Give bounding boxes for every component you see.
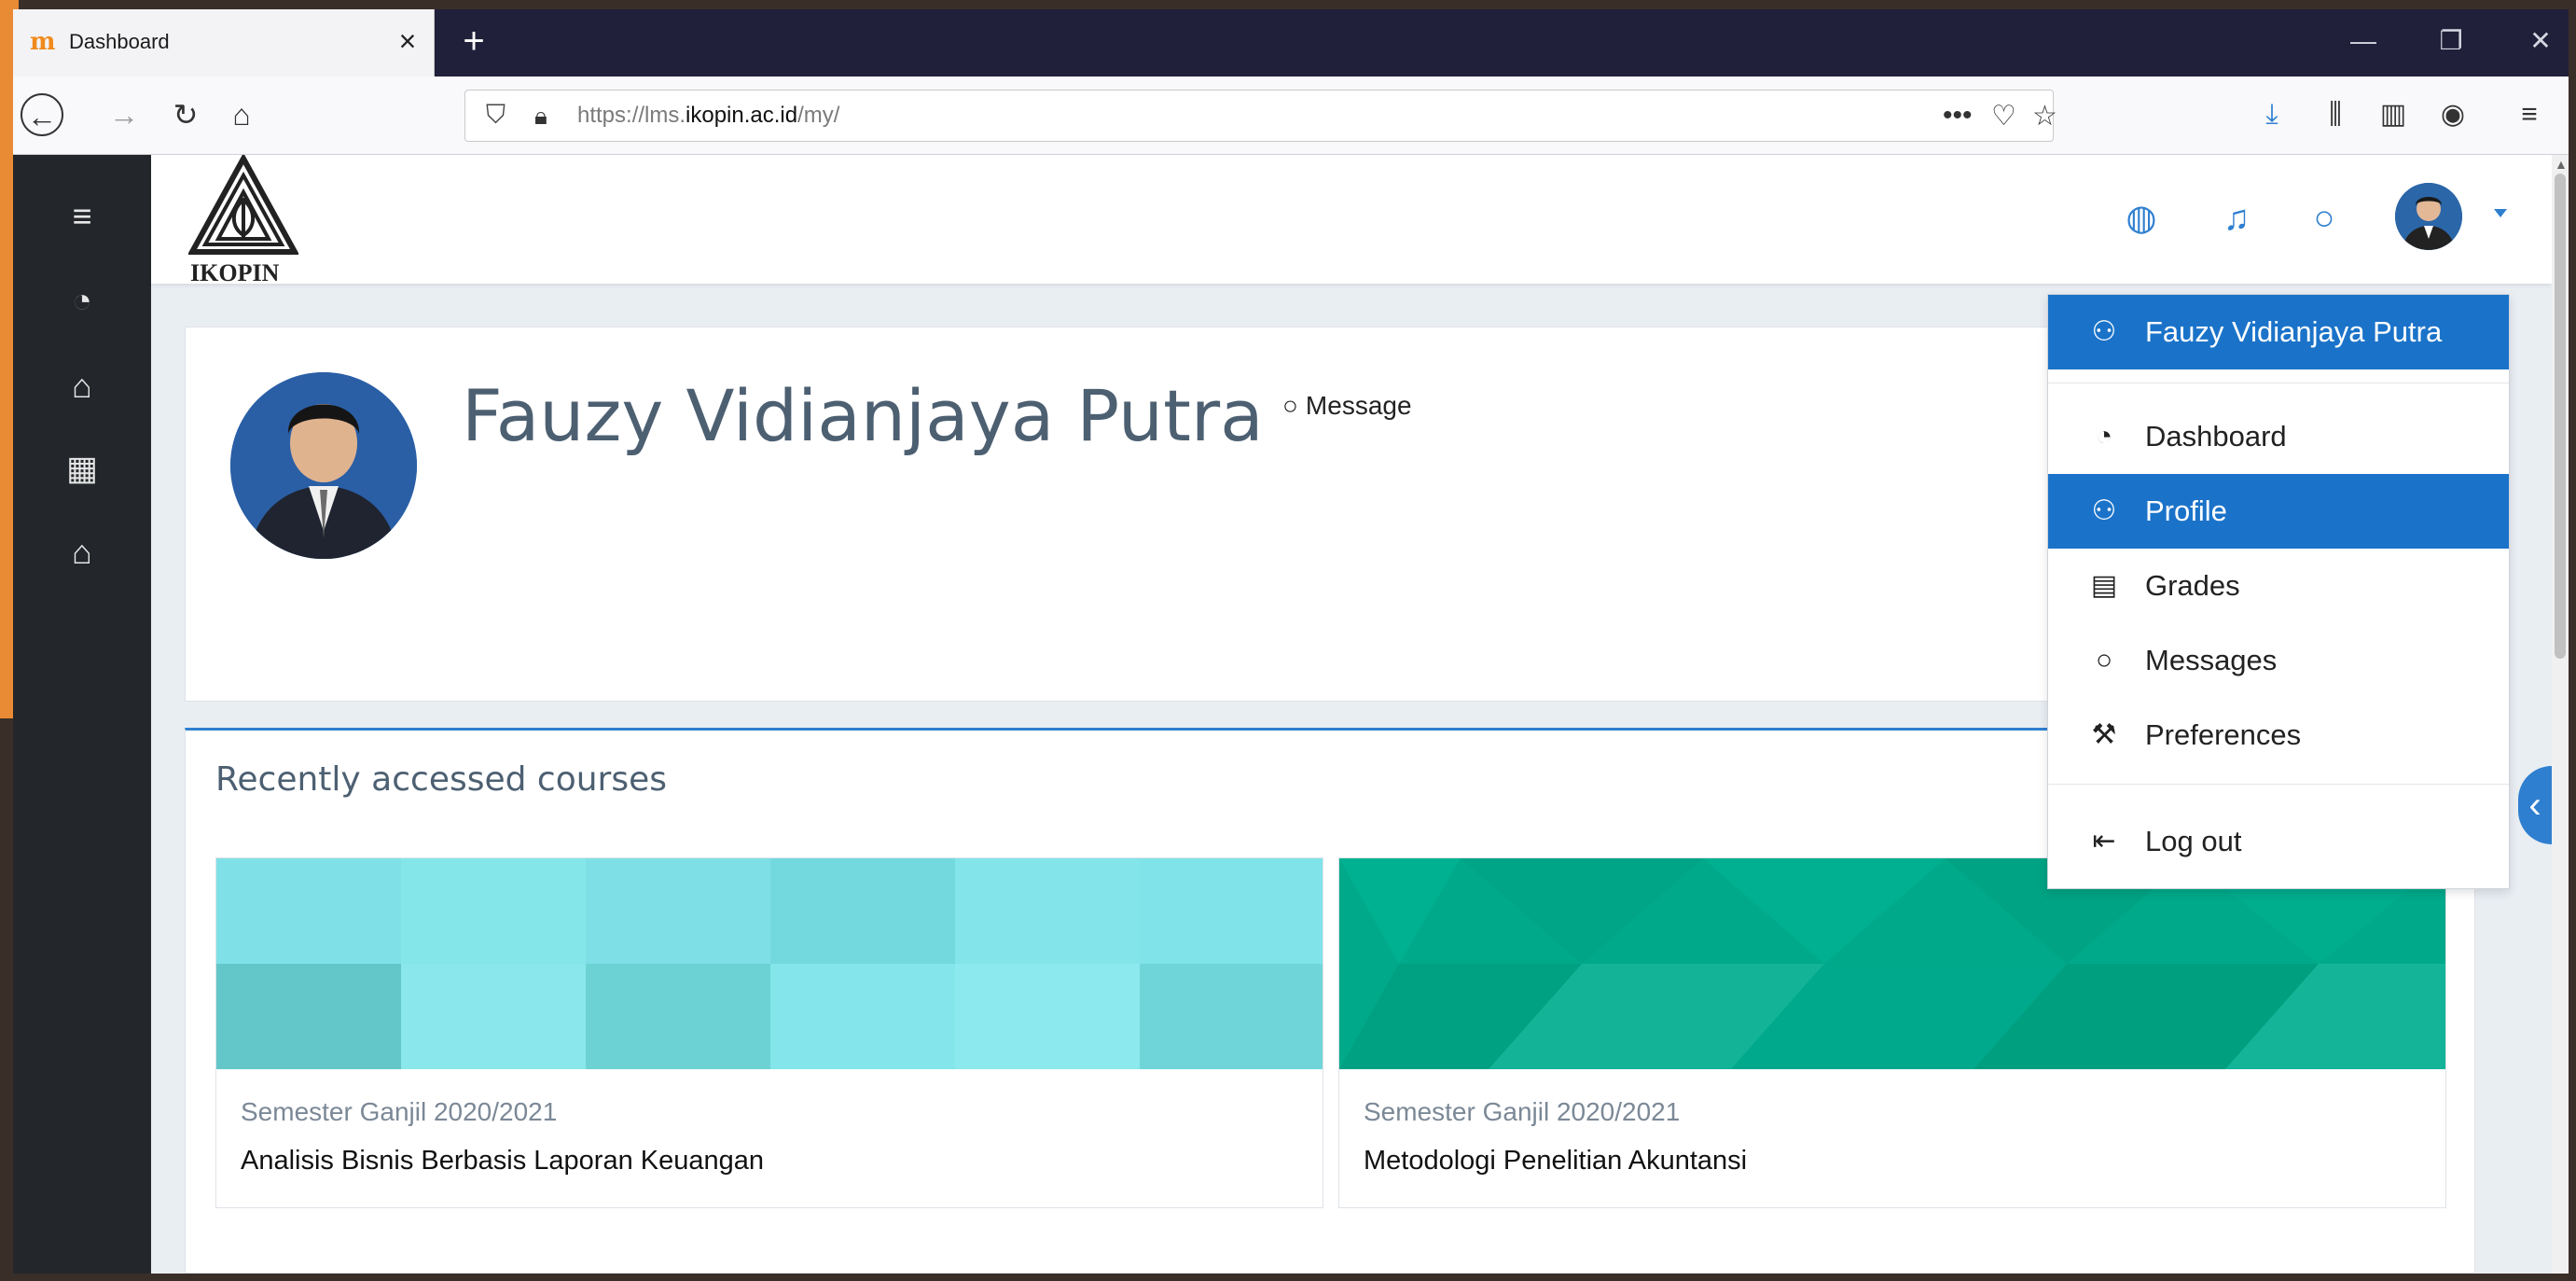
grades-icon: ▤ xyxy=(2090,570,2118,601)
notifications-bell-icon[interactable]: ♫ xyxy=(2210,192,2263,244)
menu-item-messages[interactable]: ○ Messages xyxy=(2048,623,2509,698)
home-icon[interactable]: ⌂ xyxy=(220,93,263,136)
moodle-favicon-icon: m xyxy=(30,28,56,56)
language-globe-icon[interactable]: ◍ xyxy=(2115,192,2167,244)
user-icon: ⚇ xyxy=(2091,495,2117,526)
message-link-label: Message xyxy=(1305,391,1412,420)
graduation-cap-icon[interactable]: ⌂ xyxy=(54,524,110,580)
profile-name: Fauzy Vidianjaya Putra xyxy=(462,374,1264,457)
tab-close-button[interactable]: × xyxy=(391,22,424,60)
user-avatar[interactable] xyxy=(2395,183,2462,250)
url-text: https://lms.ikopin.ac.id/my/ xyxy=(577,103,839,129)
menu-item-label: Log out xyxy=(2145,825,2242,857)
profile-photo xyxy=(230,372,417,559)
sidebar-toggle-icon[interactable]: ▥ xyxy=(2373,93,2414,136)
menu-item-dashboard[interactable]: ◔ Dashboard xyxy=(2048,399,2509,474)
reload-icon[interactable]: ↻ xyxy=(164,93,207,136)
logout-icon: ⇤ xyxy=(2092,826,2116,856)
window-restore-button[interactable]: ❐ xyxy=(2423,19,2479,63)
message-icon: ○ xyxy=(2095,645,2113,675)
window-close-button[interactable]: ✕ xyxy=(2513,19,2569,63)
menu-item-label: Grades xyxy=(2145,569,2240,602)
user-menu-dropdown: ⚇ Fauzy Vidianjaya Putra ◔ Dashboard ⚇ P… xyxy=(2047,294,2510,889)
page-actions-icon[interactable]: ••• xyxy=(1943,100,1973,132)
menu-item-label: Profile xyxy=(2145,494,2227,527)
ikopin-logo[interactable]: IKOPIN xyxy=(187,155,300,286)
new-tab-button[interactable]: + xyxy=(451,19,496,63)
tracking-shield-icon[interactable]: ⛉ xyxy=(486,100,506,131)
recent-courses-title: Recently accessed courses xyxy=(215,760,668,799)
url-domain: ikopin.ac.id xyxy=(686,103,798,128)
bookmark-star-icon[interactable]: ☆ xyxy=(2032,100,2057,132)
scroll-up-icon[interactable]: ▲ xyxy=(2555,157,2568,172)
menu-item-logout[interactable]: ⇤ Log out xyxy=(2048,804,2509,879)
site-header: IKOPIN ◍ ♫ ○ xyxy=(151,155,2552,286)
menu-item-profile[interactable]: ⚇ Profile xyxy=(2048,474,2509,549)
course-category: Semester Ganjil 2020/2021 xyxy=(1364,1097,1681,1126)
downloads-icon[interactable]: ⤓ xyxy=(2251,93,2292,136)
window-minimize-button[interactable]: — xyxy=(2335,19,2391,63)
menu-item-grades[interactable]: ▤ Grades xyxy=(2048,549,2509,623)
block-drawer-toggle[interactable]: ‹ xyxy=(2518,766,2552,844)
course-card[interactable]: Semester Ganjil 2020/2021 Analisis Bisni… xyxy=(215,857,1323,1208)
course-image xyxy=(1339,858,2445,1069)
browser-window: m Dashboard × + — ❐ ✕ ← → ↻ ⌂ ⛉ 🔒︎ https… xyxy=(13,9,2569,1274)
url-path: /my/ xyxy=(797,103,840,128)
menu-item-label: Dashboard xyxy=(2145,420,2287,453)
user-menu-caret-icon[interactable] xyxy=(2494,209,2507,217)
tab-dashboard[interactable]: m Dashboard × xyxy=(13,9,435,77)
message-link[interactable]: ○ Message xyxy=(1282,391,1412,421)
url-prefix: https://lms. xyxy=(577,103,686,128)
course-name[interactable]: Metodologi Penelitian Akuntansi xyxy=(1364,1146,1747,1177)
dashboard-icon: ◔ xyxy=(2095,421,2113,452)
library-icon[interactable]: ⫼ xyxy=(2315,93,2356,136)
user-menu-name: Fauzy Vidianjaya Putra xyxy=(2145,315,2443,348)
navigation-bar: ← → ↻ ⌂ ⛉ 🔒︎ https://lms.ikopin.ac.id/my… xyxy=(13,77,2569,155)
page-scrollbar[interactable]: ▲ xyxy=(2552,155,2569,1274)
pocket-icon[interactable]: ♡ xyxy=(1991,100,2016,132)
logo-text: IKOPIN xyxy=(190,259,280,286)
tab-strip: m Dashboard × + — ❐ ✕ xyxy=(13,9,2569,77)
nav-drawer: ≡ ◔ ⌂ ▦ ⌂ xyxy=(13,155,151,1274)
menu-item-preferences[interactable]: ⚒ Preferences xyxy=(2048,698,2509,773)
account-icon[interactable]: ◉ xyxy=(2432,93,2473,136)
user-icon: ⚇ xyxy=(2091,316,2117,347)
ikopin-logo-icon xyxy=(187,155,300,255)
site-home-icon[interactable]: ⌂ xyxy=(54,358,110,414)
tab-title: Dashboard xyxy=(69,30,170,53)
course-category: Semester Ganjil 2020/2021 xyxy=(241,1097,558,1126)
scrollbar-thumb[interactable] xyxy=(2555,174,2566,659)
message-bubble-icon: ○ xyxy=(1282,391,1298,420)
menu-item-label: Messages xyxy=(2145,644,2278,676)
messages-bubble-icon[interactable]: ○ xyxy=(2298,192,2350,244)
back-arrow-icon[interactable]: ← xyxy=(21,93,63,136)
app-menu-icon[interactable]: ≡ xyxy=(2509,93,2550,136)
course-image xyxy=(216,858,1323,1069)
hamburger-menu-icon[interactable]: ≡ xyxy=(54,188,110,244)
wrench-icon: ⚒ xyxy=(2091,719,2117,750)
forward-arrow-icon[interactable]: → xyxy=(103,93,145,136)
lock-icon[interactable]: 🔒︎ xyxy=(534,102,547,132)
course-card[interactable]: Semester Ganjil 2020/2021 Metodologi Pen… xyxy=(1338,857,2446,1208)
course-name[interactable]: Analisis Bisnis Berbasis Laporan Keuanga… xyxy=(241,1146,764,1177)
url-bar[interactable]: ⛉ 🔒︎ https://lms.ikopin.ac.id/my/ ••• ♡ … xyxy=(464,90,2057,142)
menu-item-label: Preferences xyxy=(2145,718,2302,751)
page-content: ≡ ◔ ⌂ ▦ ⌂ IKOPIN ◍ ♫ ○ Fauzy Vidianjaya … xyxy=(13,155,2552,1274)
calendar-icon[interactable]: ▦ xyxy=(54,440,110,496)
dashboard-icon[interactable]: ◔ xyxy=(54,272,110,328)
menu-divider xyxy=(2048,784,2509,785)
user-menu-header[interactable]: ⚇ Fauzy Vidianjaya Putra xyxy=(2048,295,2509,369)
